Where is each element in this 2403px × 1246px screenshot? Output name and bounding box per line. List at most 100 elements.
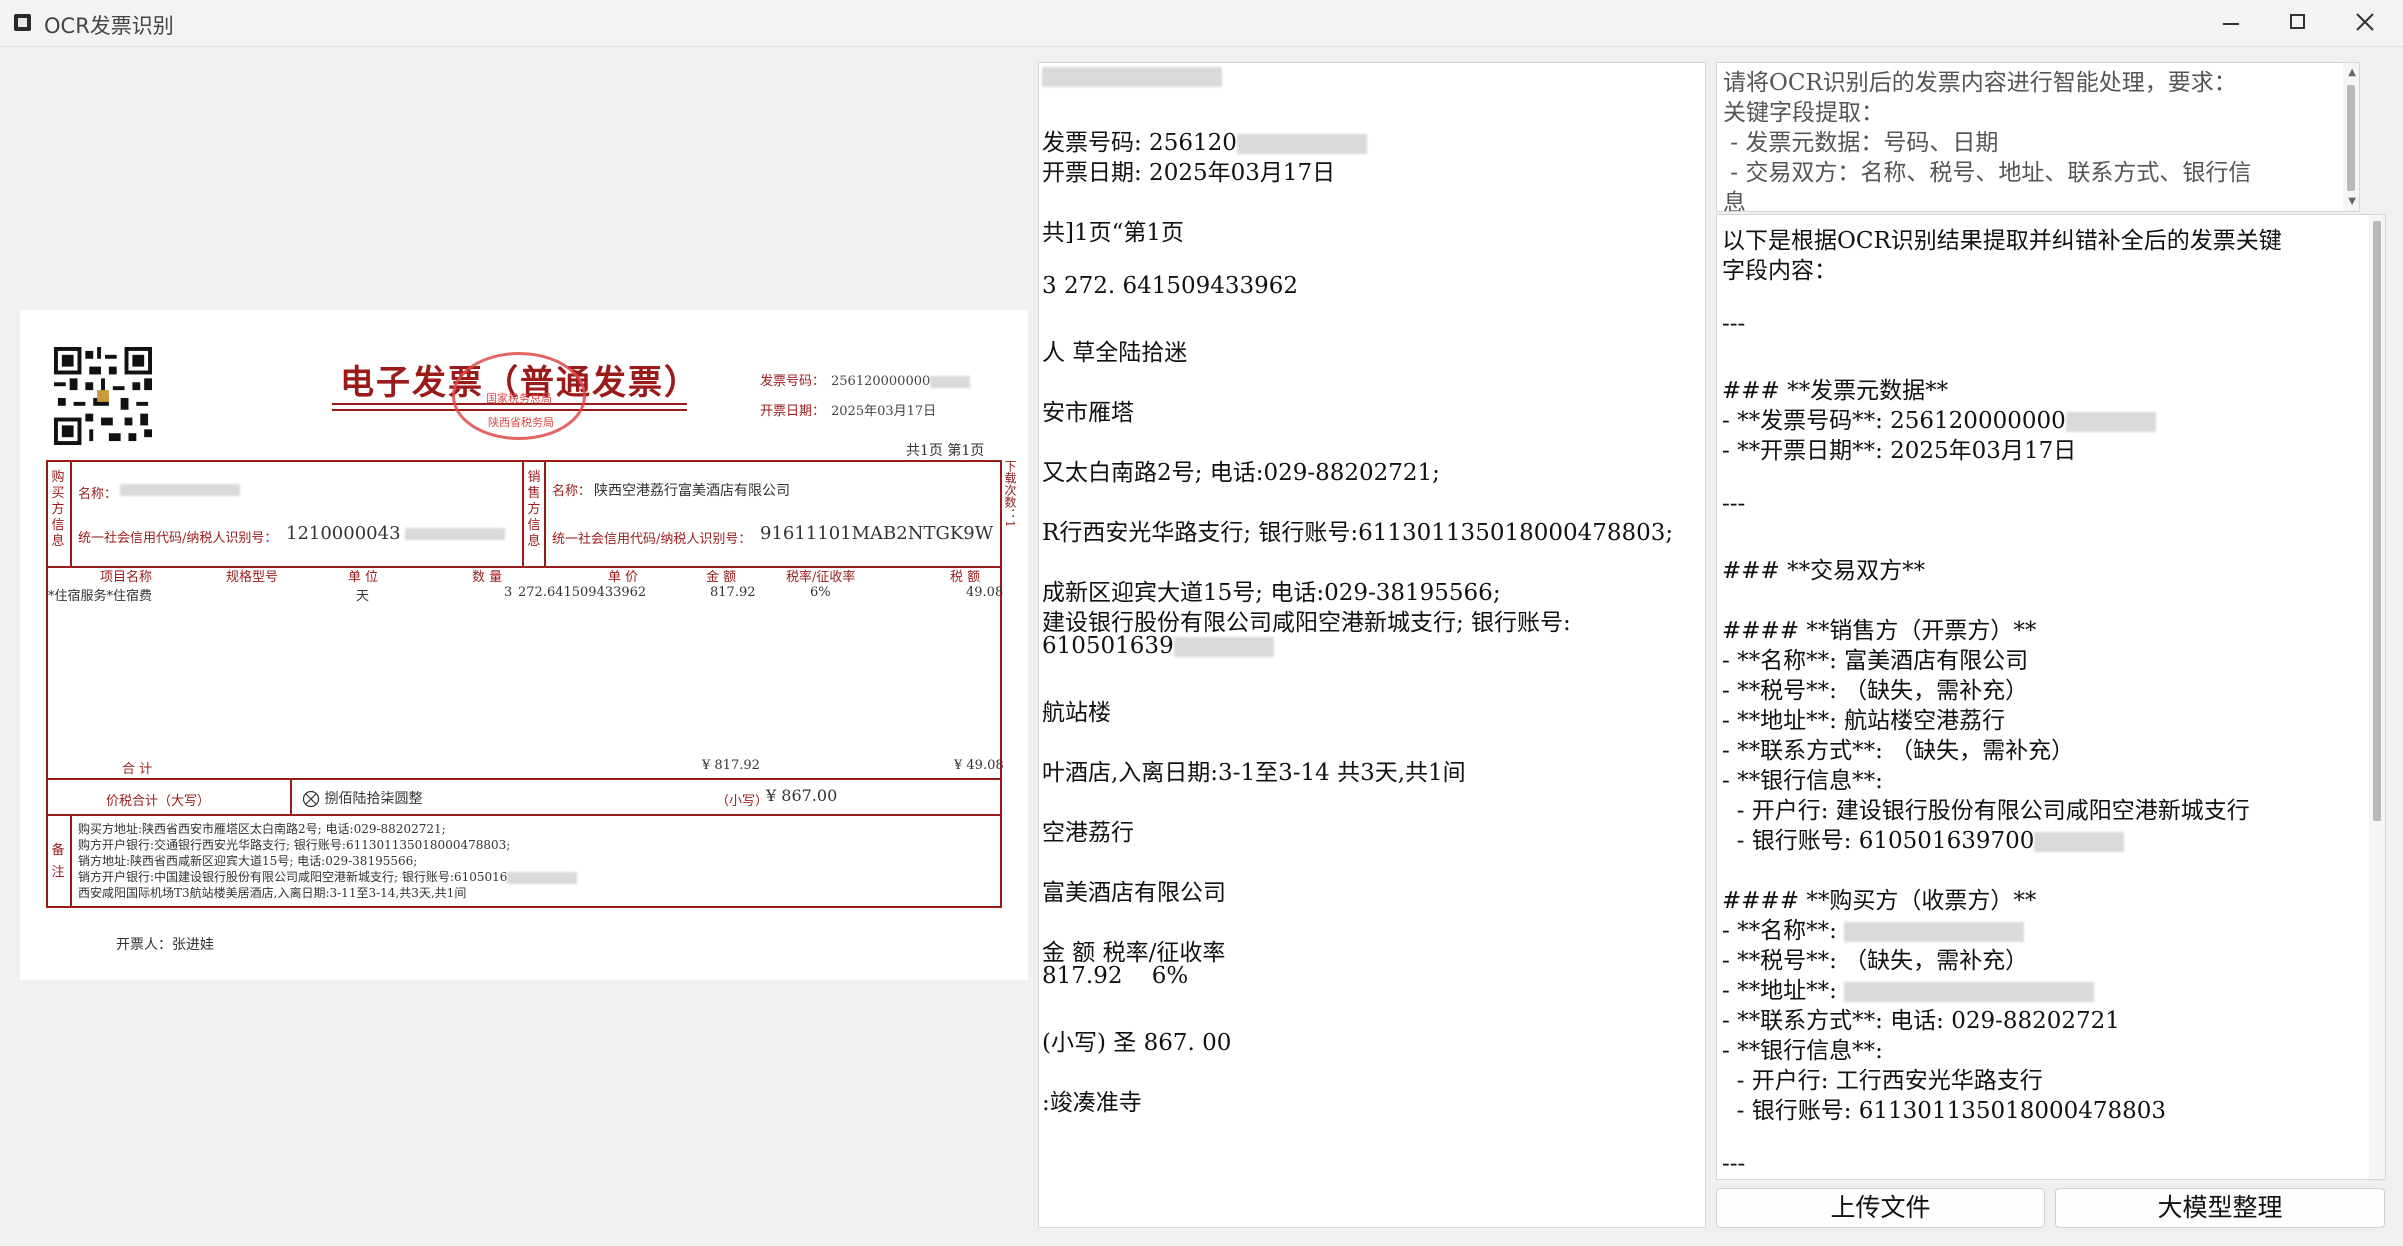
seal-bottom-text: 陕西省税务局 [488, 416, 554, 429]
result-line: --- [1722, 491, 1746, 517]
remark-line: 购方开户银行:交通银行西安光华路支行; 银行账号:611301135018000… [78, 838, 511, 852]
invoice-image: 电子发票（普通发票） 国家税务总局 陕西省税务局 发票号码： 2561200000… [20, 310, 1028, 980]
result-line: - **银行信息**: [1722, 1038, 1883, 1064]
result-line: --- [1722, 311, 1746, 337]
page-count: 共1页 第1页 [906, 443, 985, 459]
ocr-line: 3 272. 641509433962 [1042, 273, 1299, 299]
invoice-number-row: 发票号码： 256120000000 [760, 370, 971, 389]
item-amount: 817.92 [710, 585, 756, 600]
seller-vertical-label: 销售方信息 [527, 470, 541, 549]
prompt-scrollbar[interactable]: ▲ ▼ [2343, 63, 2359, 211]
ocr-line: 建设银行股份有限公司咸阳空港新城支行; 银行账号: [1042, 610, 1571, 636]
minimize-button[interactable] [2198, 0, 2264, 46]
item-unit: 天 [356, 589, 370, 604]
llm-organize-button[interactable]: 大模型整理 [2055, 1188, 2385, 1228]
ocr-line: :竣凑准寺 [1042, 1090, 1142, 1116]
ocr-line: 又太白南路2号; 电话:029-88202721; [1042, 460, 1440, 486]
title-bar: OCR发票识别 [0, 0, 2403, 47]
amount-small: ¥ 867.00 [766, 786, 838, 805]
result-line: - **联系方式**: 电话: 029-88202721 [1722, 1008, 2120, 1034]
cancel-circle-icon [302, 790, 320, 808]
result-scrollbar[interactable] [2369, 215, 2385, 1179]
result-line: - **地址**: 航站楼空港荔行 [1722, 708, 2006, 734]
prompt-line: - 交易双方：名称、税号、地址、联系方式、银行信 [1723, 160, 2252, 186]
result-line: - 开户行: 工行西安光华路支行 [1722, 1068, 2043, 1094]
buyer-vertical-label: 购买方信息 [51, 470, 65, 549]
invoice-number: 256120000000 [831, 374, 931, 389]
remark-line: 西安咸阳国际机场T3航站楼美居酒店,入离日期:3-11至3-14,共3天,共1间 [78, 886, 467, 900]
item-price: 272.641509433962 [518, 585, 647, 600]
seller-tax-id: 91611101MAB2NTGK9W [760, 523, 994, 544]
prompt-textarea[interactable]: 请将OCR识别后的发票内容进行智能处理，要求： 关键字段提取： - 发票元数据：… [1716, 62, 2360, 212]
ocr-line: 成新区迎宾大道15号; 电话:029-38195566; [1042, 580, 1501, 606]
scroll-down-icon[interactable]: ▼ [2348, 196, 2356, 207]
result-line: - 开户行: 建设银行股份有限公司咸阳空港新城支行 [1722, 798, 2250, 824]
ocr-line: 人 草全陆拾迷 [1042, 340, 1188, 366]
result-line: 以下是根据OCR识别结果提取并纠错补全后的发票关键 [1722, 228, 2282, 254]
amount-in-words: 捌佰陆拾柒圆整 [302, 788, 422, 808]
ocr-line: 安市雁塔 [1042, 400, 1134, 426]
result-line: - 银行账号: 610501639700 [1722, 821, 2125, 855]
result-line: - 银行账号: 611301135018000478803 [1722, 1098, 2167, 1124]
app-icon [14, 14, 31, 31]
ocr-line: 金 额 税率/征收率 [1042, 940, 1226, 966]
result-line: --- [1722, 1151, 1746, 1177]
total-tax: ¥ 49.08 [954, 758, 1004, 773]
download-count: 下载次数：1 [1003, 460, 1017, 528]
ocr-line: 空港荔行 [1042, 820, 1134, 846]
result-line: ### **交易双方** [1722, 558, 1926, 584]
total-amount: ¥ 817.92 [702, 758, 760, 773]
ocr-line: 富美酒店有限公司 [1042, 880, 1226, 906]
buyer-tax-id: 1210000043 [286, 523, 505, 544]
scroll-up-icon[interactable]: ▲ [2348, 67, 2356, 78]
result-line: - **银行信息**: [1722, 768, 1883, 794]
qr-code [54, 347, 152, 445]
prompt-line: 请将OCR识别后的发票内容进行智能处理，要求： [1723, 70, 2237, 96]
ocr-line: 610501639 [1042, 633, 1274, 659]
remark-line: 销方开户银行:中国建设银行股份有限公司咸阳空港新城支行; 银行账号:610501… [78, 868, 578, 885]
window-title: OCR发票识别 [44, 14, 174, 38]
ocr-line: 发票号码: 256120 [1042, 123, 1367, 157]
ocr-line: R行西安光华路支行; 银行账号:611301135018000478803; [1042, 520, 1674, 546]
result-line: #### **购买方（收票方）** [1722, 888, 2037, 914]
result-line: - **名称**: 富美酒店有限公司 [1722, 648, 2029, 674]
upload-file-button[interactable]: 上传文件 [1716, 1188, 2045, 1228]
ocr-line: 共]1页“第1页 [1042, 220, 1184, 246]
buyer-name [120, 482, 240, 498]
ocr-line: 航站楼 [1042, 700, 1111, 726]
result-scroll-thumb[interactable] [2373, 221, 2381, 821]
llm-result-textarea[interactable]: 以下是根据OCR识别结果提取并纠错补全后的发票关键 字段内容： --- ### … [1716, 214, 2386, 1180]
seller-name: 陕西空港荔行富美酒店有限公司 [594, 483, 790, 499]
result-line: 字段内容： [1722, 258, 1837, 284]
maximize-button[interactable] [2265, 0, 2331, 46]
prompt-line: 关键字段提取： [1723, 100, 1884, 126]
result-line: - **开票日期**: 2025年03月17日 [1722, 438, 2077, 464]
remark-line: 购买方地址:陕西省西安市雁塔区太白南路2号; 电话:029-88202721; [78, 822, 446, 836]
prompt-line: - 发票元数据：号码、日期 [1723, 130, 1999, 156]
result-line: - **发票号码**: 256120000000 [1722, 401, 2156, 435]
close-icon [2356, 13, 2374, 31]
prompt-scroll-thumb[interactable] [2347, 85, 2355, 191]
remark-vertical-label: 备注 [51, 843, 65, 880]
result-line: - **地址**: [1722, 971, 2095, 1005]
invoice-date-row: 开票日期： 2025年03月17日 [760, 404, 937, 419]
remark-line: 销方地址:陕西省西咸新区迎宾大道15号; 电话:029-38195566; [78, 854, 418, 868]
ocr-line: (小写) 圣 867. 00 [1042, 1030, 1232, 1056]
result-line: - **税号**: （缺失，需补充） [1722, 948, 2029, 974]
ocr-line: 开票日期: 2025年03月17日 [1042, 160, 1336, 186]
seal-top-text: 国家税务总局 [486, 392, 552, 405]
result-line: ### **发票元数据** [1722, 378, 1949, 404]
item-tax: 49.08 [966, 585, 1004, 600]
result-line: - **名称**: [1722, 911, 2025, 945]
ocr-line: 817.92 6% [1042, 963, 1189, 989]
maximize-icon [2290, 14, 2305, 29]
ocr-line: 叶酒店,入离日期:3-1至3-14 共3天,共1间 [1042, 760, 1466, 786]
item-qty: 3 [504, 585, 513, 600]
close-button[interactable] [2332, 0, 2398, 46]
ocr-result-textarea[interactable]: 发票号码: 256120 开票日期: 2025年03月17日 共]1页“第1页 … [1038, 62, 1706, 1228]
prompt-line: 息 [1723, 190, 1746, 212]
result-line: #### **销售方（开票方）** [1722, 618, 2037, 644]
ocr-line [1042, 63, 1222, 89]
result-line: - **联系方式**: （缺失，需补充） [1722, 738, 2075, 764]
item-rate: 6% [810, 585, 831, 600]
